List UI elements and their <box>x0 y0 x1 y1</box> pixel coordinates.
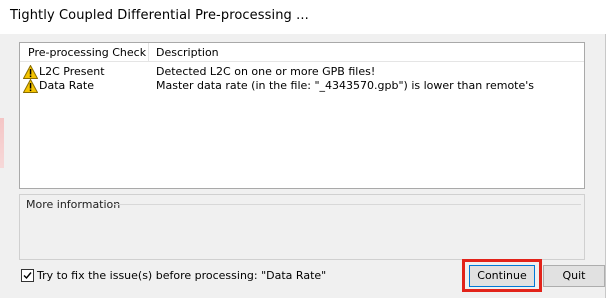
check-name: Data Rate <box>39 79 94 92</box>
continue-highlight-box <box>462 259 542 292</box>
quit-button[interactable]: Quit <box>543 265 605 287</box>
more-information-panel: More information <box>19 194 585 260</box>
check-name: L2C Present <box>39 65 105 78</box>
group-divider <box>114 204 581 205</box>
column-separator[interactable] <box>148 43 149 61</box>
list-header: Pre-processing Check Description <box>20 43 584 62</box>
fix-issues-checkbox[interactable] <box>21 269 34 282</box>
list-item[interactable]: Data Rate Master data rate (in the file:… <box>20 78 584 96</box>
title-bar[interactable]: Tightly Coupled Differential Pre-process… <box>0 0 606 34</box>
dialog-window: Tightly Coupled Differential Pre-process… <box>0 0 606 298</box>
column-header-check[interactable]: Pre-processing Check <box>28 46 146 59</box>
preprocessing-checks-list[interactable]: Pre-processing Check Description L2C Pre… <box>19 42 585 189</box>
checkmark-icon <box>23 272 32 280</box>
column-header-description[interactable]: Description <box>156 46 219 59</box>
fix-issues-label[interactable]: Try to fix the issue(s) before processin… <box>37 269 326 282</box>
warning-icon <box>22 78 39 96</box>
list-item[interactable]: L2C Present Detected L2C on one or more … <box>20 64 584 79</box>
check-description: Detected L2C on one or more GPB files! <box>156 65 376 78</box>
more-information-label: More information <box>26 198 121 211</box>
check-description: Master data rate (in the file: "_4343570… <box>156 79 535 92</box>
window-title: Tightly Coupled Differential Pre-process… <box>10 8 309 23</box>
background-watermark <box>0 118 4 168</box>
